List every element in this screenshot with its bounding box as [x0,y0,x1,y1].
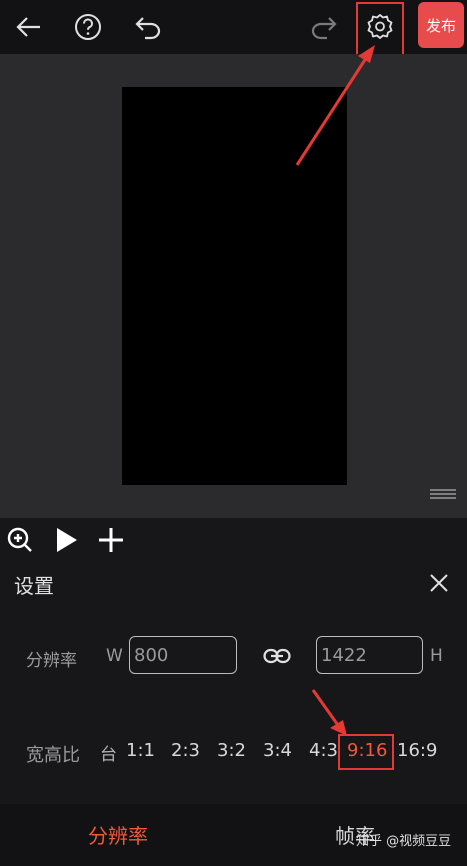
canvas-area [0,54,467,518]
close-button[interactable] [424,568,454,598]
aspect-option-custom[interactable]: 台 [100,740,117,765]
aspect-option-3-4[interactable]: 3:4 [263,740,292,761]
back-button[interactable] [9,7,49,47]
resolution-label: 分辨率 [26,651,77,671]
aspect-option-16-9[interactable]: 16:9 [397,740,437,761]
aspect-option-4-3[interactable]: 4:3 [309,740,338,761]
aspect-option-1-1[interactable]: 1:1 [126,740,155,761]
height-input[interactable] [316,636,423,674]
play-button[interactable] [50,524,82,556]
height-suffix: H [430,646,443,666]
aspect-option-2-3[interactable]: 2:3 [171,740,200,761]
undo-button[interactable] [128,7,168,47]
arrow-left-icon [16,17,40,37]
tab-resolution[interactable]: 分辨率 [88,820,148,849]
panel-title: 设置 [14,574,54,598]
resize-handle-icon[interactable] [430,488,456,500]
link-aspect-button[interactable] [262,642,292,670]
publish-button[interactable]: 发布 [418,2,464,48]
plus-icon [99,528,123,552]
redo-icon [311,17,337,40]
selected-ratio-highlight-box [338,734,394,770]
zoom-in-icon [7,527,32,552]
aspect-option-3-2[interactable]: 3:2 [217,740,246,761]
close-icon [430,574,448,592]
redo-button[interactable] [304,7,344,47]
play-icon [57,528,77,552]
playback-toolbar [0,518,467,562]
settings-panel: 设置 分辨率 W H 宽高比 台 1:1 2:3 3:2 3:4 4:3 9:1… [0,562,467,804]
video-preview[interactable] [122,87,347,485]
aspect-ratio-label: 宽高比 [26,745,80,766]
help-button[interactable] [68,7,108,47]
add-button[interactable] [95,524,127,556]
help-icon [75,14,101,40]
watermark-text: 知乎 @视频豆豆 [356,834,452,849]
link-icon [263,648,291,664]
width-input[interactable] [129,636,237,674]
settings-highlight-box [356,2,404,56]
zoom-button[interactable] [4,524,36,556]
undo-icon [135,17,161,40]
width-prefix: W [106,646,123,666]
